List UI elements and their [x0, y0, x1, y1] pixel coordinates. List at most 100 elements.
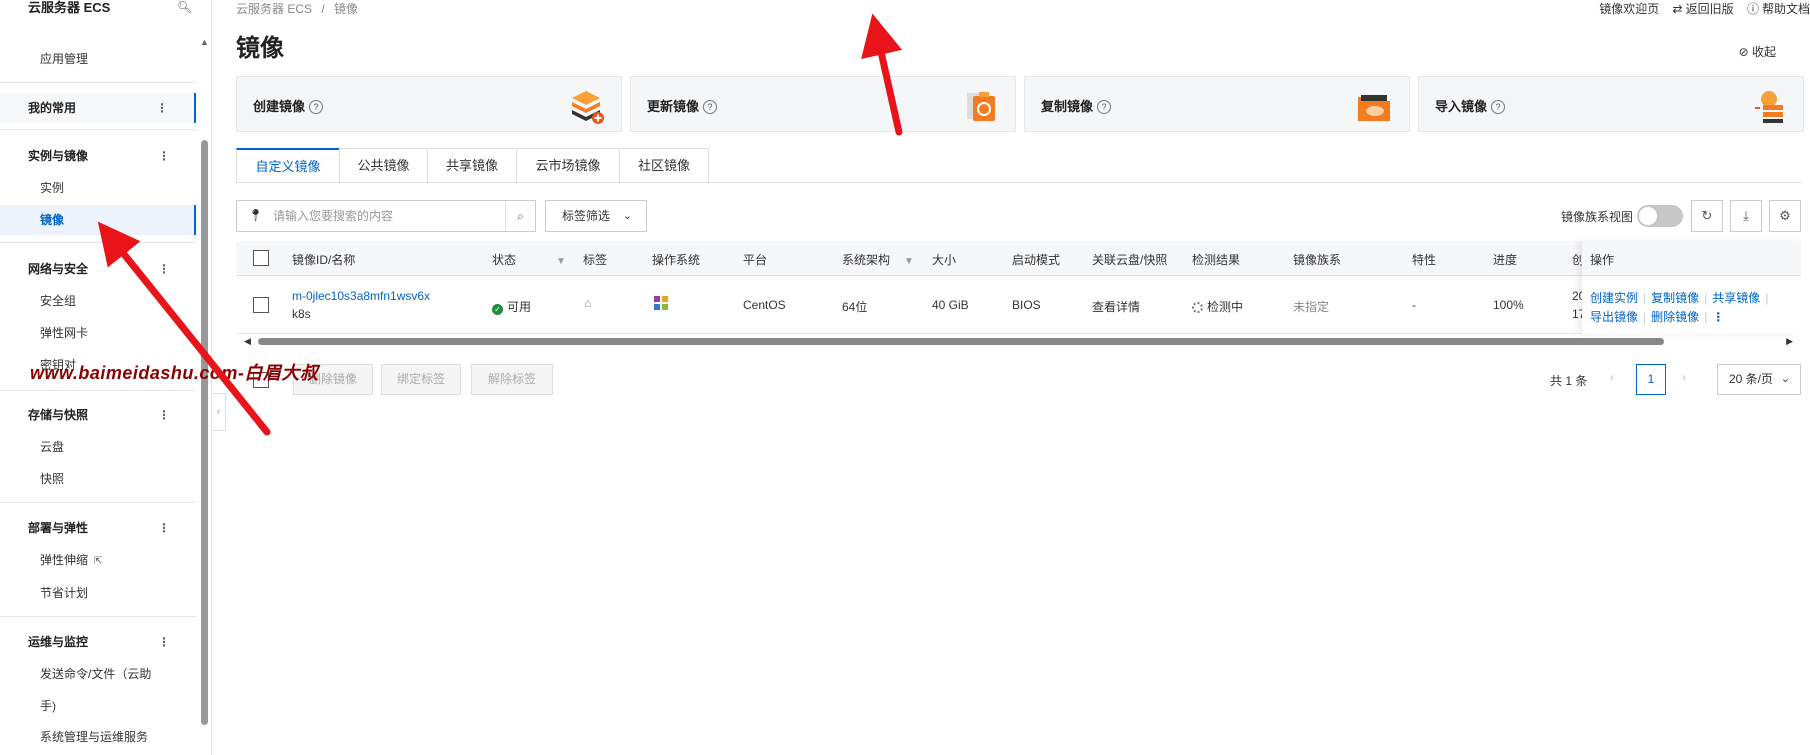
scroll-left-icon[interactable]: ◀	[244, 336, 251, 347]
sidebar-group-network[interactable]: 网络与安全 ⋮	[0, 254, 196, 284]
download-button[interactable]: ⤓	[1730, 200, 1762, 232]
help-icon[interactable]: ?	[1491, 100, 1506, 114]
breadcrumb-root[interactable]: 云服务器 ECS	[236, 2, 312, 16]
sidebar-group-ops[interactable]: 运维与监控 ⋮	[0, 627, 196, 657]
import-image-card[interactable]: 导入镜像?	[1418, 76, 1804, 132]
location-pin-icon: 📍︎	[248, 208, 264, 222]
tab-marketplace-images[interactable]: 云市场镜像	[516, 148, 620, 183]
image-name: k8s	[292, 307, 311, 321]
copy-image-link[interactable]: 复制镜像	[1651, 291, 1699, 305]
tab-shared-images[interactable]: 共享镜像	[427, 148, 517, 183]
sidebar-item-security-groups[interactable]: 安全组	[0, 286, 196, 316]
tag-icon[interactable]: ⌂	[584, 296, 591, 310]
more-icon[interactable]: ⋮	[158, 627, 170, 657]
prev-page-icon[interactable]: ‹	[1610, 370, 1614, 384]
refresh-icon: ↻	[1701, 208, 1713, 223]
more-icon[interactable]: ⋮	[158, 513, 170, 543]
create-instance-link[interactable]: 创建实例	[1590, 291, 1638, 305]
horizontal-scrollbar[interactable]: ◀ ▶	[236, 336, 1801, 347]
col-platform: 平台	[743, 253, 768, 267]
collapse-sidebar-button[interactable]: ‹	[212, 393, 226, 431]
search-icon[interactable]: 🔍︎	[177, 0, 192, 14]
more-icon[interactable]: ⋮	[158, 254, 170, 284]
update-image-card[interactable]: 更新镜像?	[630, 76, 1016, 132]
create-image-illustration	[572, 91, 604, 124]
row-checkbox[interactable]	[253, 297, 269, 313]
status-cell: ✓ 可用	[492, 298, 531, 315]
tab-custom-images[interactable]: 自定义镜像	[236, 148, 340, 183]
tag-filter-dropdown[interactable]: 标签筛选 ⌄	[545, 200, 647, 232]
sidebar-item-sysmgmt[interactable]: 系统管理与运维服务	[0, 722, 196, 752]
col-os: 操作系统	[652, 253, 701, 267]
refresh-button[interactable]: ↻	[1691, 200, 1723, 232]
settings-button[interactable]: ⚙	[1769, 200, 1801, 232]
copy-image-card[interactable]: 复制镜像?	[1024, 76, 1410, 132]
create-image-card[interactable]: 创建镜像?	[236, 76, 622, 132]
sidebar-item-eni[interactable]: 弹性网卡	[0, 318, 196, 348]
search-input[interactable]	[273, 207, 493, 225]
page-number-current[interactable]: 1	[1636, 364, 1666, 395]
sidebar-item-snapshots[interactable]: 快照	[0, 464, 196, 494]
divider	[0, 82, 196, 83]
import-image-illustration	[1755, 91, 1783, 123]
scroll-right-icon[interactable]: ▶	[1786, 336, 1793, 347]
sidebar-group-deploy[interactable]: 部署与弹性 ⋮	[0, 513, 196, 543]
sidebar-item-savings-plan[interactable]: 节省计划	[0, 578, 196, 608]
sidebar-scrollbar[interactable]	[201, 140, 208, 725]
os-logo-icon	[654, 296, 668, 313]
sidebar-group-favorites[interactable]: 我的常用 ⋮	[0, 93, 196, 123]
sidebar-title: 云服务器 ECS	[28, 0, 111, 15]
search-icon[interactable]: ⌕	[505, 201, 535, 231]
sidebar-item-apps[interactable]: 应用管理	[0, 44, 196, 74]
export-image-link[interactable]: 导出镜像	[1590, 310, 1638, 324]
sidebar-group-instances-images[interactable]: 实例与镜像 ⋮	[0, 141, 196, 171]
related-details-link[interactable]: 查看详情	[1092, 298, 1140, 315]
loading-spinner-icon	[1192, 302, 1203, 313]
table-header: 镜像ID/名称 状态 ▼ 标签 操作系统 平台 系统架构 ▼ 大小 启动模式 关联云…	[236, 241, 1801, 276]
external-link-icon: ⇱	[94, 556, 103, 567]
bind-tags-button[interactable]: 绑定标签	[381, 364, 461, 395]
more-icon[interactable]: ⋮	[156, 93, 168, 123]
help-link[interactable]: 帮助文档	[1762, 2, 1810, 16]
help-icon[interactable]: ?	[309, 100, 324, 114]
sidebar-group-storage[interactable]: 存储与快照 ⋮	[0, 400, 196, 430]
link-divider: |	[1765, 291, 1769, 305]
col-operations: 操作	[1582, 241, 1801, 276]
page-title: 镜像	[236, 35, 284, 62]
sidebar-item-autoscaling[interactable]: 弹性伸缩 ⇱	[0, 545, 196, 575]
fold-button[interactable]: ⊘ 收起	[1739, 43, 1776, 60]
scroll-up-icon[interactable]: ▲	[200, 37, 209, 47]
next-page-icon[interactable]: ›	[1682, 370, 1686, 384]
sidebar-item-images[interactable]: 镜像	[0, 205, 196, 235]
image-id-link[interactable]: m-0jlec10s3a8mfn1wsv6x	[292, 289, 430, 303]
scrollbar-thumb[interactable]	[258, 338, 1664, 345]
select-all-checkbox[interactable]	[253, 250, 269, 266]
more-icon[interactable]: ⋮	[158, 141, 170, 171]
page-size-select[interactable]: 20 条/页 ⌄	[1717, 364, 1801, 395]
sidebar-item-instances[interactable]: 实例	[0, 173, 196, 203]
filter-icon[interactable]: ▼	[556, 256, 566, 267]
size-cell: 40 GiB	[932, 298, 969, 312]
delete-image-link[interactable]: 删除镜像	[1651, 310, 1699, 324]
download-icon: ⤓	[1743, 208, 1749, 223]
help-icon[interactable]: ?	[1097, 100, 1112, 114]
sidebar-item-send-command-cont[interactable]: 手)	[0, 691, 196, 721]
family-view-toggle[interactable]	[1637, 205, 1683, 227]
sidebar-item-disks[interactable]: 云盘	[0, 432, 196, 462]
sidebar-item-send-command[interactable]: 发送命令/文件（云助	[0, 659, 196, 689]
col-boot-mode: 启动模式	[1012, 253, 1061, 267]
more-icon[interactable]: ⋮	[158, 400, 170, 430]
divider	[0, 502, 196, 503]
legacy-link[interactable]: 返回旧版	[1686, 2, 1734, 16]
check-result-cell: 检测中	[1192, 298, 1243, 315]
col-family: 镜像族系	[1293, 253, 1342, 267]
share-image-link[interactable]: 共享镜像	[1712, 291, 1760, 305]
help-icon[interactable]: ?	[703, 100, 718, 114]
operations-column: 操作 创建实例 | 复制镜像 | 共享镜像 | 导出镜像 | 删除镜像 | ⋮	[1582, 241, 1801, 334]
more-actions-icon[interactable]: ⋮	[1712, 310, 1724, 324]
welcome-link[interactable]: 镜像欢迎页	[1599, 2, 1659, 16]
filter-icon[interactable]: ▼	[904, 256, 914, 267]
tab-community-images[interactable]: 社区镜像	[619, 148, 709, 183]
unbind-tags-button[interactable]: 解除标签	[471, 364, 553, 395]
tab-public-images[interactable]: 公共镜像	[339, 148, 428, 183]
